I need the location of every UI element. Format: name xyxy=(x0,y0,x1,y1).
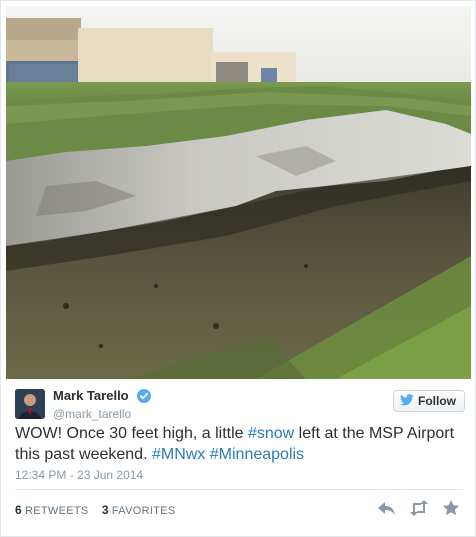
tweet-photo[interactable] xyxy=(6,6,471,379)
favorite-star-icon[interactable] xyxy=(441,499,461,517)
tweet-text-segment: WOW! Once 30 feet high, a little xyxy=(15,425,248,442)
tweet-card: Mark Tarello @mark_tarello Follow WOW! O… xyxy=(0,0,476,537)
twitter-bird-icon xyxy=(399,393,414,409)
hashtag-link[interactable]: #snow xyxy=(248,425,294,442)
user-handle[interactable]: @mark_tarello xyxy=(53,406,151,422)
tweet-header: Mark Tarello @mark_tarello Follow xyxy=(15,387,465,423)
snow-pile-image xyxy=(6,6,471,379)
verified-badge-icon xyxy=(137,388,152,403)
retweets-count: 6 xyxy=(15,503,22,517)
retweets-label: RETWEETS xyxy=(24,505,89,517)
retweets-stat[interactable]: 6 RETWEETS xyxy=(15,503,89,517)
hashtag-link[interactable]: #Minneapolis xyxy=(210,446,304,463)
favorites-label: FAVORITES xyxy=(111,505,176,517)
favorites-count: 3 xyxy=(101,503,109,517)
follow-button[interactable]: Follow xyxy=(393,390,465,412)
avatar[interactable] xyxy=(15,389,45,419)
tweet-stats: 6 RETWEETS 3 FAVORITES xyxy=(15,503,185,517)
tweet-text: WOW! Once 30 feet high, a little #snow l… xyxy=(15,423,465,465)
hashtag-link[interactable]: #MNwx xyxy=(152,446,205,463)
display-name[interactable]: Mark Tarello xyxy=(53,388,129,404)
favorites-stat[interactable]: 3 FAVORITES xyxy=(101,503,176,517)
retweet-icon[interactable] xyxy=(409,499,429,517)
reply-icon[interactable] xyxy=(377,499,397,517)
tweet-timestamp[interactable]: 12:34 PM - 23 Jun 2014 xyxy=(15,468,143,482)
divider xyxy=(15,489,463,490)
follow-button-label: Follow xyxy=(418,394,456,408)
user-info[interactable]: Mark Tarello @mark_tarello xyxy=(53,387,152,422)
tweet-actions xyxy=(377,499,461,517)
